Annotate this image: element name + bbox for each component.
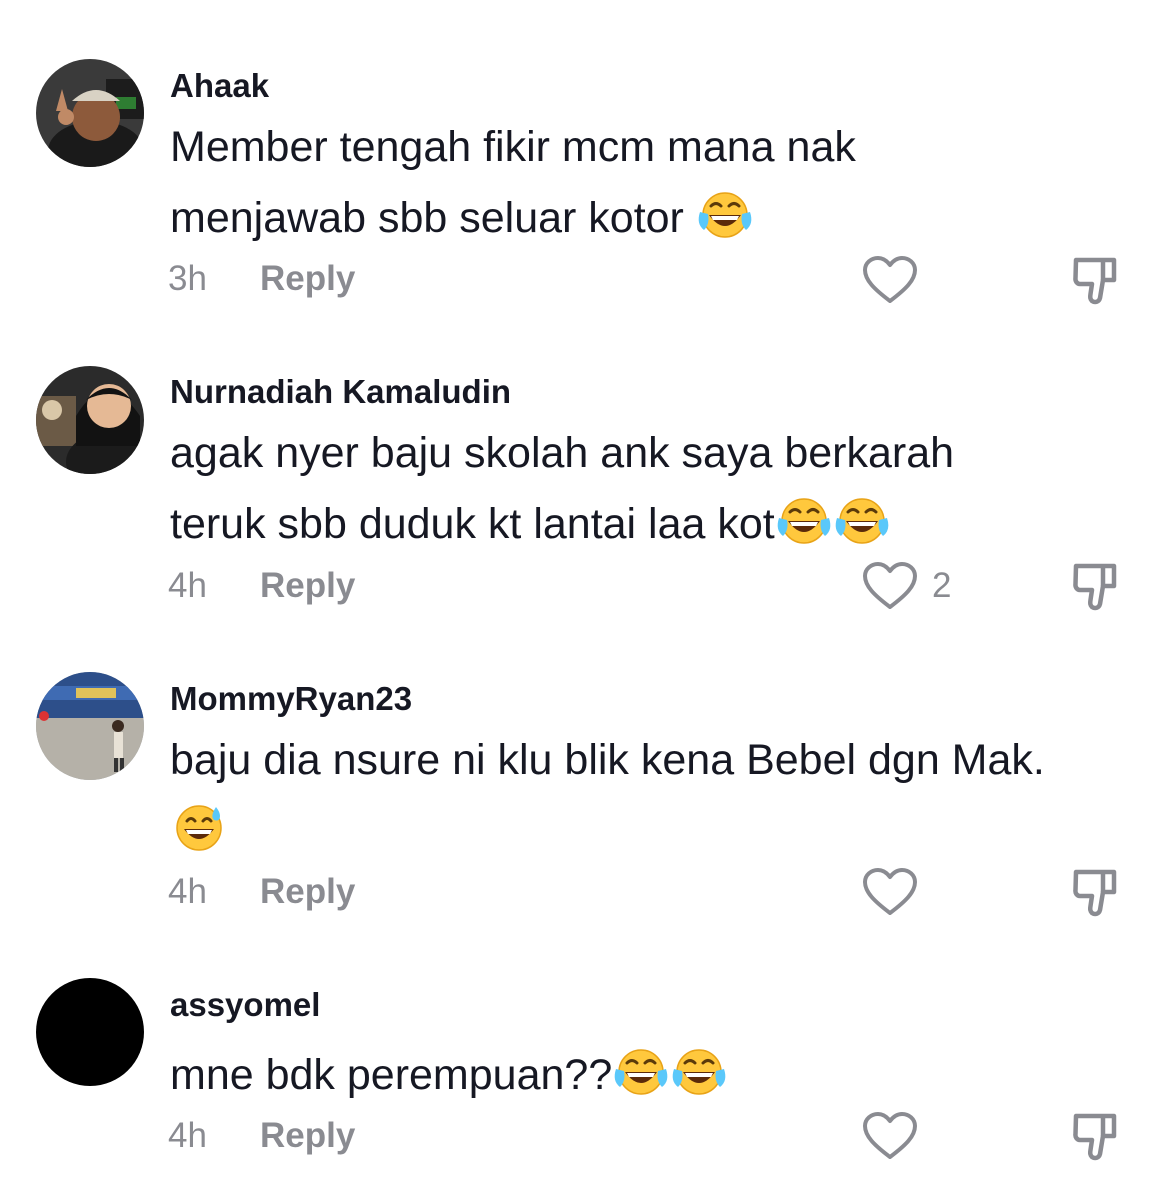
avatar[interactable]: [36, 672, 144, 780]
comment-username[interactable]: Nurnadiah Kamaludin: [170, 373, 511, 411]
dislike-button[interactable]: [1070, 864, 1126, 920]
comment-meta: 4h Reply: [168, 872, 355, 912]
like-button[interactable]: [862, 1111, 932, 1161]
comment-text: Member tengah fikir mcm mana nak menjawa…: [170, 112, 1050, 254]
avatar[interactable]: [36, 978, 144, 1086]
dislike-button[interactable]: [1070, 558, 1126, 614]
comment-text-content: baju dia nsure ni klu blik kena Bebel dg…: [170, 736, 1045, 784]
comment-text-content: mne bdk perempuan??: [170, 1051, 613, 1099]
comment-username[interactable]: Ahaak: [170, 67, 269, 105]
thumbs-down-icon: [1070, 1108, 1126, 1164]
thumbs-down-icon: [1070, 864, 1126, 920]
like-button[interactable]: [862, 255, 932, 305]
face-with-tears-of-joy-emoji-icon: [670, 1047, 728, 1097]
face-with-tears-of-joy-emoji-icon: [696, 190, 754, 240]
heart-icon: [862, 561, 918, 611]
dislike-button[interactable]: [1070, 252, 1126, 308]
comment-text: mne bdk perempuan??: [170, 1040, 1050, 1111]
like-button[interactable]: [862, 867, 932, 917]
heart-icon: [862, 867, 918, 917]
heart-icon: [862, 1111, 918, 1161]
like-count: 2: [932, 566, 952, 605]
like-button[interactable]: 2: [862, 561, 951, 611]
reply-button[interactable]: Reply: [260, 872, 355, 911]
heart-icon: [862, 255, 918, 305]
comment-time: 4h: [168, 872, 207, 911]
comment-meta: 4h Reply: [168, 566, 355, 606]
avatar[interactable]: [36, 59, 144, 167]
comment-meta: 3h Reply: [168, 259, 355, 299]
face-with-tears-of-joy-emoji-icon: [612, 1047, 670, 1097]
reply-button[interactable]: Reply: [260, 1116, 355, 1155]
face-with-tears-of-joy-emoji-icon: [833, 496, 891, 546]
comment-time: 4h: [168, 1116, 207, 1155]
comment-time: 4h: [168, 566, 207, 605]
reply-button[interactable]: Reply: [260, 259, 355, 298]
thumbs-down-icon: [1070, 252, 1126, 308]
face-with-tears-of-joy-emoji-icon: [775, 496, 833, 546]
comment-text: baju dia nsure ni klu blik kena Bebel dg…: [170, 725, 1050, 867]
dislike-button[interactable]: [1070, 1108, 1126, 1164]
comment-username[interactable]: assyomel: [170, 986, 320, 1024]
grinning-face-with-sweat-emoji-icon: [170, 803, 228, 853]
comment-username[interactable]: MommyRyan23: [170, 680, 412, 718]
avatar[interactable]: [36, 366, 144, 474]
comment-time: 3h: [168, 259, 207, 298]
thumbs-down-icon: [1070, 558, 1126, 614]
reply-button[interactable]: Reply: [260, 566, 355, 605]
comment-meta: 4h Reply: [168, 1116, 355, 1156]
comment-text: agak nyer baju skolah ank saya berkarah …: [170, 418, 1050, 560]
